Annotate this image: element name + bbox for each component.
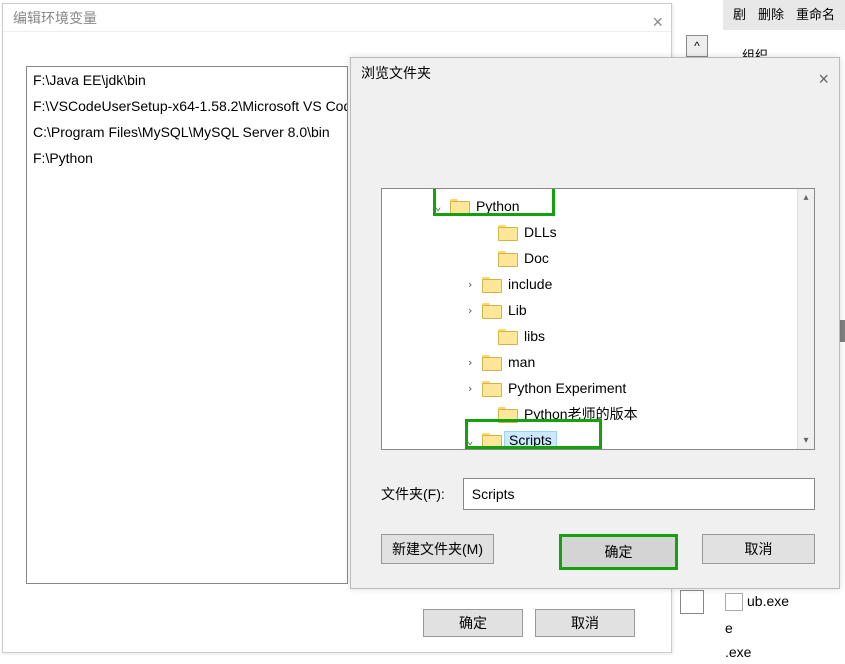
folder-field-row: 文件夹(F): <box>381 478 815 510</box>
env-title: 编辑环境变量 <box>13 10 97 26</box>
tree-row[interactable]: libs <box>382 323 814 349</box>
new-folder-button[interactable]: 新建文件夹(M) <box>381 534 494 564</box>
list-item[interactable]: F:\Java EE\jdk\bin <box>27 67 347 93</box>
list-item[interactable]: F:\Python <box>27 145 347 171</box>
scroll-down-icon[interactable]: ▾ <box>798 432 814 449</box>
tree-row[interactable]: Doc <box>382 245 814 271</box>
cancel-button[interactable]: 取消 <box>535 609 635 637</box>
cancel-button[interactable]: 取消 <box>702 534 815 564</box>
list-item[interactable]: C:\Program Files\MySQL\MySQL Server 8.0\… <box>27 119 347 145</box>
highlight-scripts <box>465 419 602 449</box>
tree-label: man <box>504 354 539 370</box>
env-titlebar: 编辑环境变量 × <box>3 4 671 32</box>
background-toolbar: 剧 删除 重命名 <box>723 0 845 30</box>
highlight-ok: 确定 <box>559 534 678 570</box>
bg-toolbar-item[interactable]: 剧 <box>733 4 746 26</box>
file-icon <box>725 593 743 611</box>
folder-icon <box>482 381 500 395</box>
tree-label: libs <box>520 328 549 344</box>
tree-label: Python Experiment <box>504 380 630 396</box>
tree-row[interactable]: › include <box>382 271 814 297</box>
list-item[interactable]: F:\VSCodeUserSetup-x64-1.58.2\Microsoft … <box>27 93 347 119</box>
tree-scrollbar[interactable]: ▴ ▾ <box>797 189 814 449</box>
chevron-right-icon[interactable]: › <box>462 356 478 369</box>
tree-label: DLLs <box>520 224 561 240</box>
tree-row[interactable]: › man <box>382 349 814 375</box>
close-icon[interactable]: × <box>652 8 663 36</box>
tree-row[interactable]: DLLs <box>382 219 814 245</box>
bg-file-row: .exe <box>725 644 751 660</box>
folder-icon <box>482 355 500 369</box>
tree-row[interactable]: › Python Experiment <box>382 375 814 401</box>
tree-row[interactable]: › Lib <box>382 297 814 323</box>
env-button-row: 确定 取消 <box>423 609 635 637</box>
browse-titlebar: 浏览文件夹 × <box>351 58 839 88</box>
bg-toolbar-item[interactable]: 删除 <box>758 4 784 26</box>
chevron-right-icon[interactable]: › <box>462 278 478 291</box>
folder-icon <box>498 251 516 265</box>
browse-button-row: 新建文件夹(M) 确定 取消 <box>381 534 815 570</box>
folder-tree[interactable]: ⌄PythonDLLsDoc›include›Liblibs›man›Pytho… <box>381 188 815 450</box>
env-path-list[interactable]: F:\Java EE\jdk\bin F:\VSCodeUserSetup-x6… <box>26 66 348 584</box>
tree-label: include <box>504 276 556 292</box>
highlight-python <box>433 188 555 216</box>
tree-label: Lib <box>504 302 531 318</box>
ok-button[interactable]: 确定 <box>423 609 523 637</box>
bg-arrow-button[interactable]: ^ <box>686 35 708 57</box>
folder-input[interactable] <box>463 478 815 510</box>
folder-label: 文件夹(F): <box>381 484 445 504</box>
scroll-up-icon[interactable]: ▴ <box>798 189 814 206</box>
ok-button[interactable]: 确定 <box>562 537 675 567</box>
bg-file-row: e <box>725 620 733 636</box>
folder-icon <box>482 277 500 291</box>
folder-icon <box>498 329 516 343</box>
browse-title: 浏览文件夹 <box>361 65 431 81</box>
chevron-right-icon[interactable]: › <box>462 382 478 395</box>
tree-label: Doc <box>520 250 553 266</box>
close-icon[interactable]: × <box>818 64 829 94</box>
chevron-right-icon[interactable]: › <box>462 304 478 317</box>
bg-file-row: ub.exe <box>725 593 789 611</box>
bg-toolbar-item[interactable]: 重命名 <box>796 4 835 26</box>
bg-small-button[interactable] <box>680 590 704 614</box>
browse-folder-dialog: 浏览文件夹 × ⌄PythonDLLsDoc›include›Liblibs›m… <box>350 57 840 589</box>
folder-icon <box>498 225 516 239</box>
folder-icon <box>482 303 500 317</box>
